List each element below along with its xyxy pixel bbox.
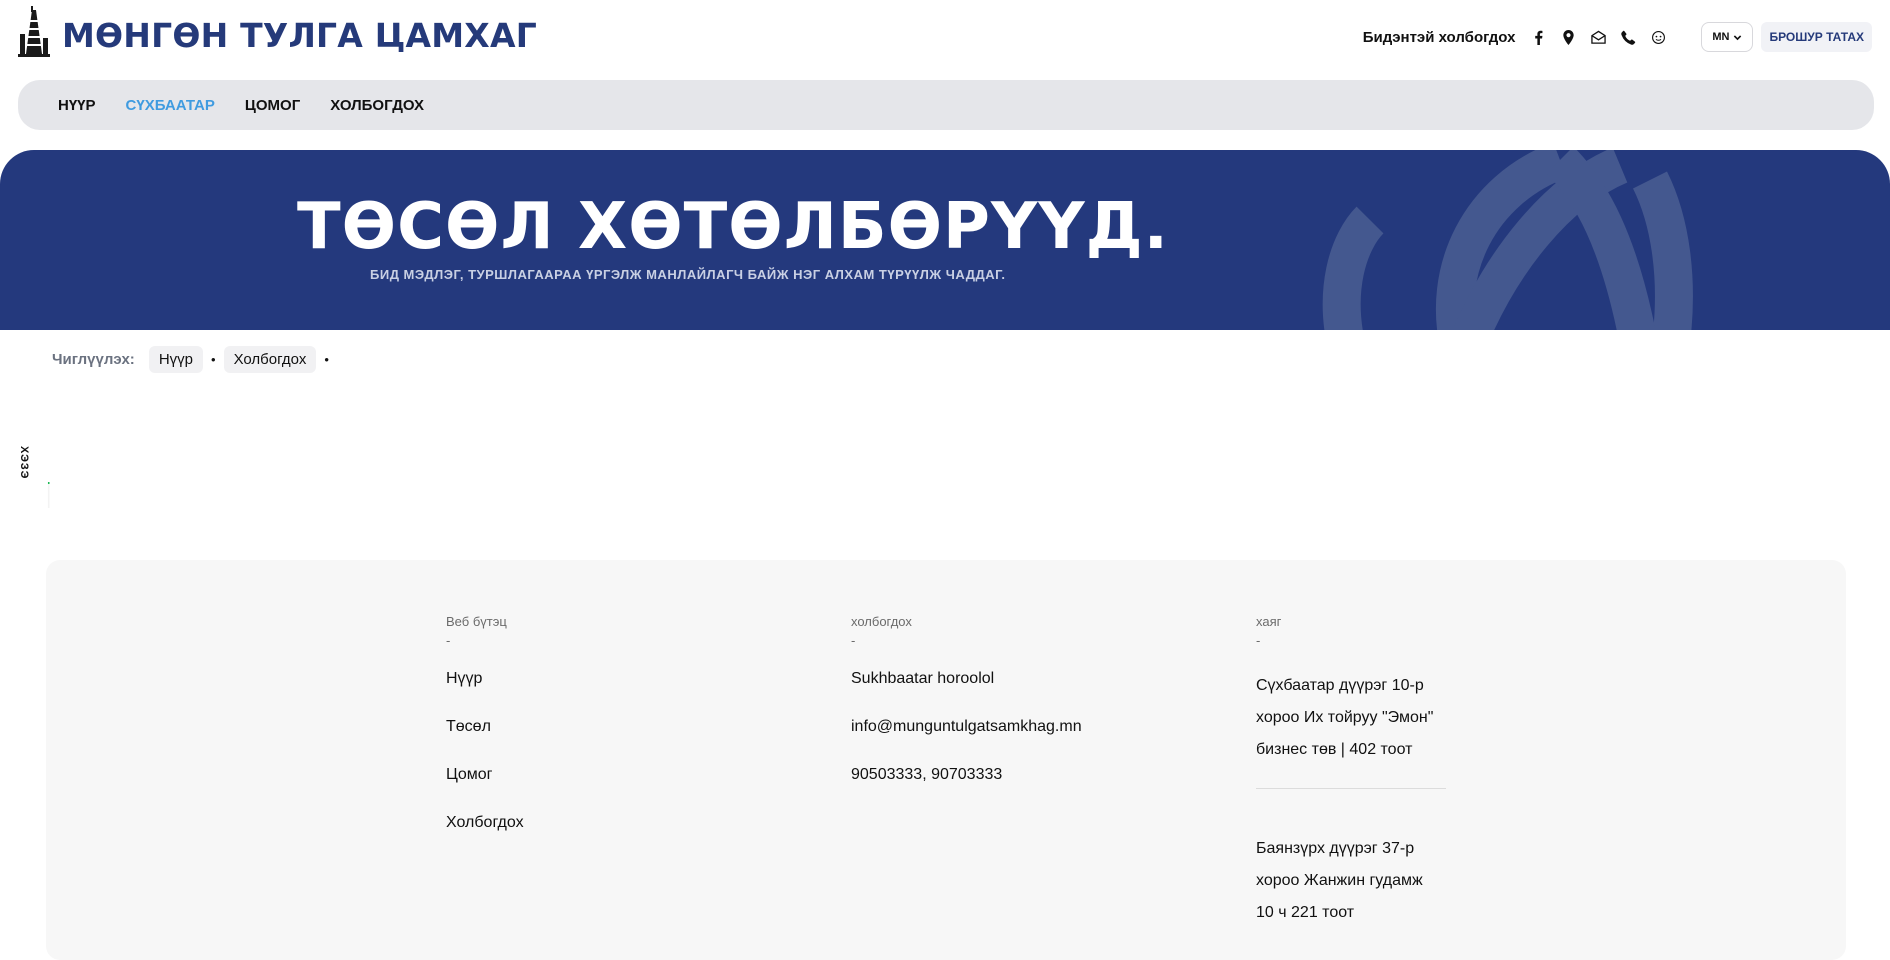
main-nav: НҮҮР СҮХБААТАР ЦОМОГ ХОЛБОГДОХ bbox=[18, 80, 1874, 130]
address-line: хороо Их тойруу "Эмон" bbox=[1256, 709, 1434, 726]
side-tab-indicator bbox=[47, 482, 50, 508]
phone-icon[interactable] bbox=[1613, 23, 1643, 51]
hero-banner: ТӨСӨЛ ХӨТӨЛБӨРҮҮД. БИД МЭДЛЭГ, ТУРШЛАГАА… bbox=[0, 150, 1890, 330]
side-tab-label[interactable]: ХЭЗЭ bbox=[18, 446, 30, 486]
footer-email[interactable]: info@munguntulgatsamkhag.mn bbox=[851, 718, 1082, 766]
footer-dash: - bbox=[1256, 633, 1261, 648]
address-line: Баянзүрх дүүрэг 37-р bbox=[1256, 840, 1415, 857]
breadcrumb: Чиглүүлэх: Нүүр • Холбогдох • bbox=[52, 346, 337, 373]
footer-col-sitemap: Веб бүтэц - Нүүр Төсөл Цомог Холбогдох bbox=[446, 614, 524, 862]
footer: Веб бүтэц - Нүүр Төсөл Цомог Холбогдох х… bbox=[46, 560, 1846, 960]
chevron-down-icon bbox=[1734, 34, 1742, 40]
contact-label: Бидэнтэй холбогдох bbox=[1362, 28, 1516, 46]
breadcrumb-label: Чиглүүлэх: bbox=[52, 351, 135, 368]
site-header: МӨНГӨН ТУЛГА ЦАМХАГ Бидэнтэй холбогдох M… bbox=[0, 0, 1890, 74]
brochure-download-button[interactable]: БРОШУР ТАТАХ bbox=[1761, 22, 1872, 52]
map-pin-icon[interactable] bbox=[1553, 23, 1583, 51]
logo[interactable]: МӨНГӨН ТУЛГА ЦАМХАГ bbox=[18, 6, 537, 58]
footer-address-1: Сүхбаатар дүүрэг 10-р хороо Их тойруу "Э… bbox=[1256, 670, 1456, 766]
hero-title: ТӨСӨЛ ХӨТӨЛБӨРҮҮД. bbox=[297, 190, 1169, 264]
address-line: Сүхбаатар дүүрэг 10-р bbox=[1256, 677, 1424, 694]
footer-dash: - bbox=[851, 633, 856, 648]
footer-link-gallery[interactable]: Цомог bbox=[446, 766, 524, 814]
address-line: хороо Жанжин гудамж bbox=[1256, 872, 1423, 889]
footer-dash: - bbox=[446, 633, 451, 648]
language-selector[interactable]: MN bbox=[1701, 22, 1754, 52]
footer-heading: холбогдох bbox=[851, 614, 912, 629]
footer-location: Sukhbaatar horoolol bbox=[851, 670, 995, 687]
address-line: 10 ч 221 тоот bbox=[1256, 904, 1355, 921]
breadcrumb-item-home[interactable]: Нүүр bbox=[148, 346, 203, 373]
hero-decoration bbox=[1322, 150, 1693, 330]
footer-link-contact[interactable]: Холбогдох bbox=[446, 814, 524, 862]
tower-logo-icon bbox=[18, 6, 50, 57]
chat-icon[interactable] bbox=[1643, 23, 1673, 51]
facebook-icon[interactable] bbox=[1523, 23, 1553, 51]
breadcrumb-item-contact[interactable]: Холбогдох bbox=[223, 346, 317, 373]
brochure-label: БРОШУР ТАТАХ bbox=[1769, 30, 1864, 44]
footer-heading: Веб бүтэц bbox=[446, 614, 507, 629]
footer-address-2: Баянзүрх дүүрэг 37-р хороо Жанжин гудамж… bbox=[1256, 833, 1456, 929]
footer-col-contact: холбогдох - Sukhbaatar horoolol info@mun… bbox=[851, 614, 1082, 814]
hero-subtitle: БИД МЭДЛЭГ, ТУРШЛАГААРАА ҮРГЭЛЖ МАНЛАЙЛА… bbox=[370, 267, 1006, 282]
address-divider bbox=[1256, 788, 1446, 789]
footer-col-address: хаяг - Сүхбаатар дүүрэг 10-р хороо Их то… bbox=[1256, 614, 1456, 929]
footer-heading: хаяг bbox=[1256, 614, 1282, 629]
header-contact-area: Бидэнтэй холбогдох MN БРОШУР ТАТАХ bbox=[1363, 22, 1872, 52]
address-line: бизнес төв | 402 тоот bbox=[1256, 741, 1413, 758]
nav-item-home[interactable]: НҮҮР bbox=[58, 97, 96, 114]
nav-item-gallery[interactable]: ЦОМОГ bbox=[245, 97, 300, 114]
nav-item-sukhbaatar[interactable]: СҮХБААТАР bbox=[126, 97, 215, 114]
breadcrumb-separator: • bbox=[211, 352, 216, 367]
footer-link-projects[interactable]: Төсөл bbox=[446, 718, 524, 766]
breadcrumb-separator: • bbox=[324, 352, 329, 367]
nav-item-contact[interactable]: ХОЛБОГДОХ bbox=[330, 97, 424, 114]
logo-text: МӨНГӨН ТУЛГА ЦАМХАГ bbox=[62, 15, 537, 55]
envelope-icon[interactable] bbox=[1583, 23, 1613, 51]
footer-link-home[interactable]: Нүүр bbox=[446, 670, 524, 718]
footer-phone[interactable]: 90503333, 90703333 bbox=[851, 766, 1082, 814]
language-label: MN bbox=[1712, 31, 1730, 43]
